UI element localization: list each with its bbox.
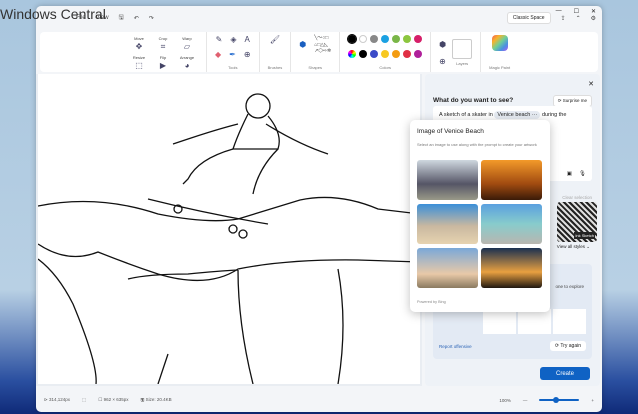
title-bar: File View 🖫 ↶ ↷ Classic Space ⇪ ⌃ ⚙ — [36, 6, 602, 30]
shapes-group: ⬢ ╲〜○□ ⌂□△◺ ↗⬡⇨✲ Shapes — [291, 32, 341, 72]
image-group: Move ✥ Crop ⌗ Warp ▱ Resize ⬚ Flip ▶ Arrange ◕ — [120, 32, 207, 72]
panel-title: What do you want to see? — [433, 97, 514, 104]
undo-icon[interactable]: ↶ — [134, 15, 139, 22]
close-button[interactable]: ✕ — [591, 8, 596, 15]
popup-title: Image of Venice Beach — [417, 128, 484, 135]
warp-tool[interactable]: Warp ▱ — [176, 36, 198, 51]
image-suggestion-popup: Image of Venice Beach Select an image to… — [410, 120, 550, 312]
color-wheel-icon[interactable] — [348, 50, 357, 58]
text-icon[interactable]: A — [245, 35, 250, 44]
magnifier-icon[interactable]: ⊕ — [244, 50, 251, 59]
layer-thumbnail[interactable] — [452, 39, 473, 59]
close-panel-icon[interactable]: ✕ — [588, 80, 594, 88]
arrange-tool[interactable]: Arrange ◕ — [176, 55, 198, 70]
warp-icon: ▱ — [183, 42, 191, 51]
save-icon[interactable]: 🖫 — [119, 13, 124, 23]
location-chip[interactable]: Venice beach ··· — [494, 111, 541, 119]
redo-icon[interactable]: ↷ — [149, 15, 154, 22]
resize-tool[interactable]: Resize ⬚ — [128, 55, 150, 70]
zoom-out-button[interactable]: — — [523, 398, 528, 403]
color-swatch-b-0[interactable] — [359, 50, 368, 58]
result-thumbnails[interactable] — [483, 309, 588, 334]
venice-image-5[interactable] — [417, 248, 478, 288]
shapes-gallery-icon[interactable]: ╲〜○□ ⌂□△◺ ↗⬡⇨✲ — [314, 35, 331, 55]
color-swatch-b-5[interactable] — [414, 50, 423, 58]
color-swatch-a-5[interactable] — [403, 35, 412, 43]
venice-image-4[interactable] — [481, 204, 542, 244]
crop-icon: ⌗ — [160, 41, 166, 51]
create-button[interactable]: Create — [540, 367, 590, 380]
color-swatch-a-0[interactable] — [347, 34, 358, 44]
zoom-in-button[interactable]: + — [591, 398, 594, 403]
magic-paint-group: Magic Paint — [481, 32, 518, 72]
flip-tool[interactable]: Flip ▶ — [152, 55, 174, 70]
try-again-button[interactable]: ⟳ Try again — [549, 341, 586, 351]
settings-icon[interactable]: ⚙ — [591, 15, 596, 22]
space-dropdown[interactable]: Classic Space — [506, 12, 551, 24]
popup-description: Select an image to use along with the pr… — [417, 142, 537, 147]
share-icon[interactable]: ⇪ — [561, 15, 566, 22]
move-tool[interactable]: Move ✥ — [128, 36, 150, 51]
colors-group: Colors — [340, 32, 432, 72]
eraser-icon[interactable]: ◆ — [215, 50, 221, 59]
cursor-position: ⊳ 314,124px — [44, 397, 71, 402]
venice-image-2[interactable] — [481, 160, 542, 200]
canvas-area — [36, 74, 422, 386]
color-swatch-b-2[interactable] — [381, 50, 390, 58]
skater-sketch — [37, 93, 421, 385]
flip-icon: ▶ — [159, 60, 167, 70]
zoom-slider[interactable] — [539, 397, 580, 403]
pencil-icon[interactable]: ✎ — [216, 35, 223, 44]
add-layer-icon[interactable]: ⊕ — [439, 57, 446, 66]
resize-icon: ⬚ — [135, 60, 143, 70]
brushes-group: 🖌 Brushes — [260, 32, 292, 72]
color-swatch-a-2[interactable] — [370, 35, 379, 43]
clear-selection-link[interactable]: Clear selection — [562, 195, 592, 200]
maximize-button[interactable]: ☐ — [574, 8, 579, 15]
microphone-icon[interactable]: 🎙 — [579, 171, 586, 177]
arrange-icon: ◕ — [184, 60, 190, 70]
status-bar: ⊳ 314,124px ⬚ ☐ 962 × 635px 🖫 Size: 20.4… — [36, 388, 602, 412]
zoom-level[interactable]: 100% — [499, 398, 511, 403]
style-ink-sketch[interactable]: Ink Sketch — [557, 202, 597, 242]
venice-image-6[interactable] — [481, 248, 542, 288]
selection-icon: ⬚ — [82, 397, 87, 402]
color-swatch-b-4[interactable] — [403, 50, 412, 58]
layers-icon[interactable]: ⬢ — [439, 40, 446, 49]
minimize-button[interactable]: — — [556, 8, 562, 15]
venice-image-3[interactable] — [417, 204, 478, 244]
color-picker-icon[interactable]: ✒ — [229, 50, 236, 59]
color-swatch-b-3[interactable] — [392, 50, 401, 58]
report-offensive-link[interactable]: Report offensive — [439, 344, 472, 349]
drawing-canvas[interactable] — [37, 74, 421, 385]
color-swatch-a-6[interactable] — [414, 35, 423, 43]
file-size: 🖫 Size: 20.4KB — [140, 397, 172, 402]
tools-group: ✎ ◈ A ◆ ✒ ⊕ Tools — [207, 32, 260, 72]
color-swatch-a-1[interactable] — [359, 35, 368, 43]
brush-icon[interactable]: 🖌 — [270, 35, 280, 44]
color-swatch-b-1[interactable] — [370, 50, 379, 58]
venice-image-1[interactable] — [417, 160, 478, 200]
fill-icon[interactable]: ◈ — [230, 35, 236, 44]
image-icon[interactable]: ▣ — [567, 171, 572, 177]
layers-group: ⬢ ⊕ Layers — [431, 32, 482, 72]
ribbon: Move ✥ Crop ⌗ Warp ▱ Resize ⬚ Flip ▶ Arrange ◕… — [40, 32, 598, 72]
shape-fill-icon[interactable]: ⬢ — [299, 40, 306, 49]
color-swatch-a-4[interactable] — [392, 35, 401, 43]
crop-tool[interactable]: Crop ⌗ — [152, 36, 174, 52]
watermark: Windows Central — [0, 6, 106, 22]
window-controls: — ☐ ✕ — [556, 8, 596, 15]
color-swatch-a-3[interactable] — [381, 35, 390, 43]
move-icon: ✥ — [135, 42, 143, 51]
powered-by-bing: Powered by Bing — [417, 300, 446, 304]
collapse-ribbon-icon[interactable]: ⌃ — [576, 15, 581, 22]
magic-paint-icon[interactable] — [491, 35, 508, 51]
canvas-dimensions: ☐ 962 × 635px — [98, 397, 129, 402]
view-all-styles[interactable]: View all styles ⌄ — [557, 244, 590, 250]
